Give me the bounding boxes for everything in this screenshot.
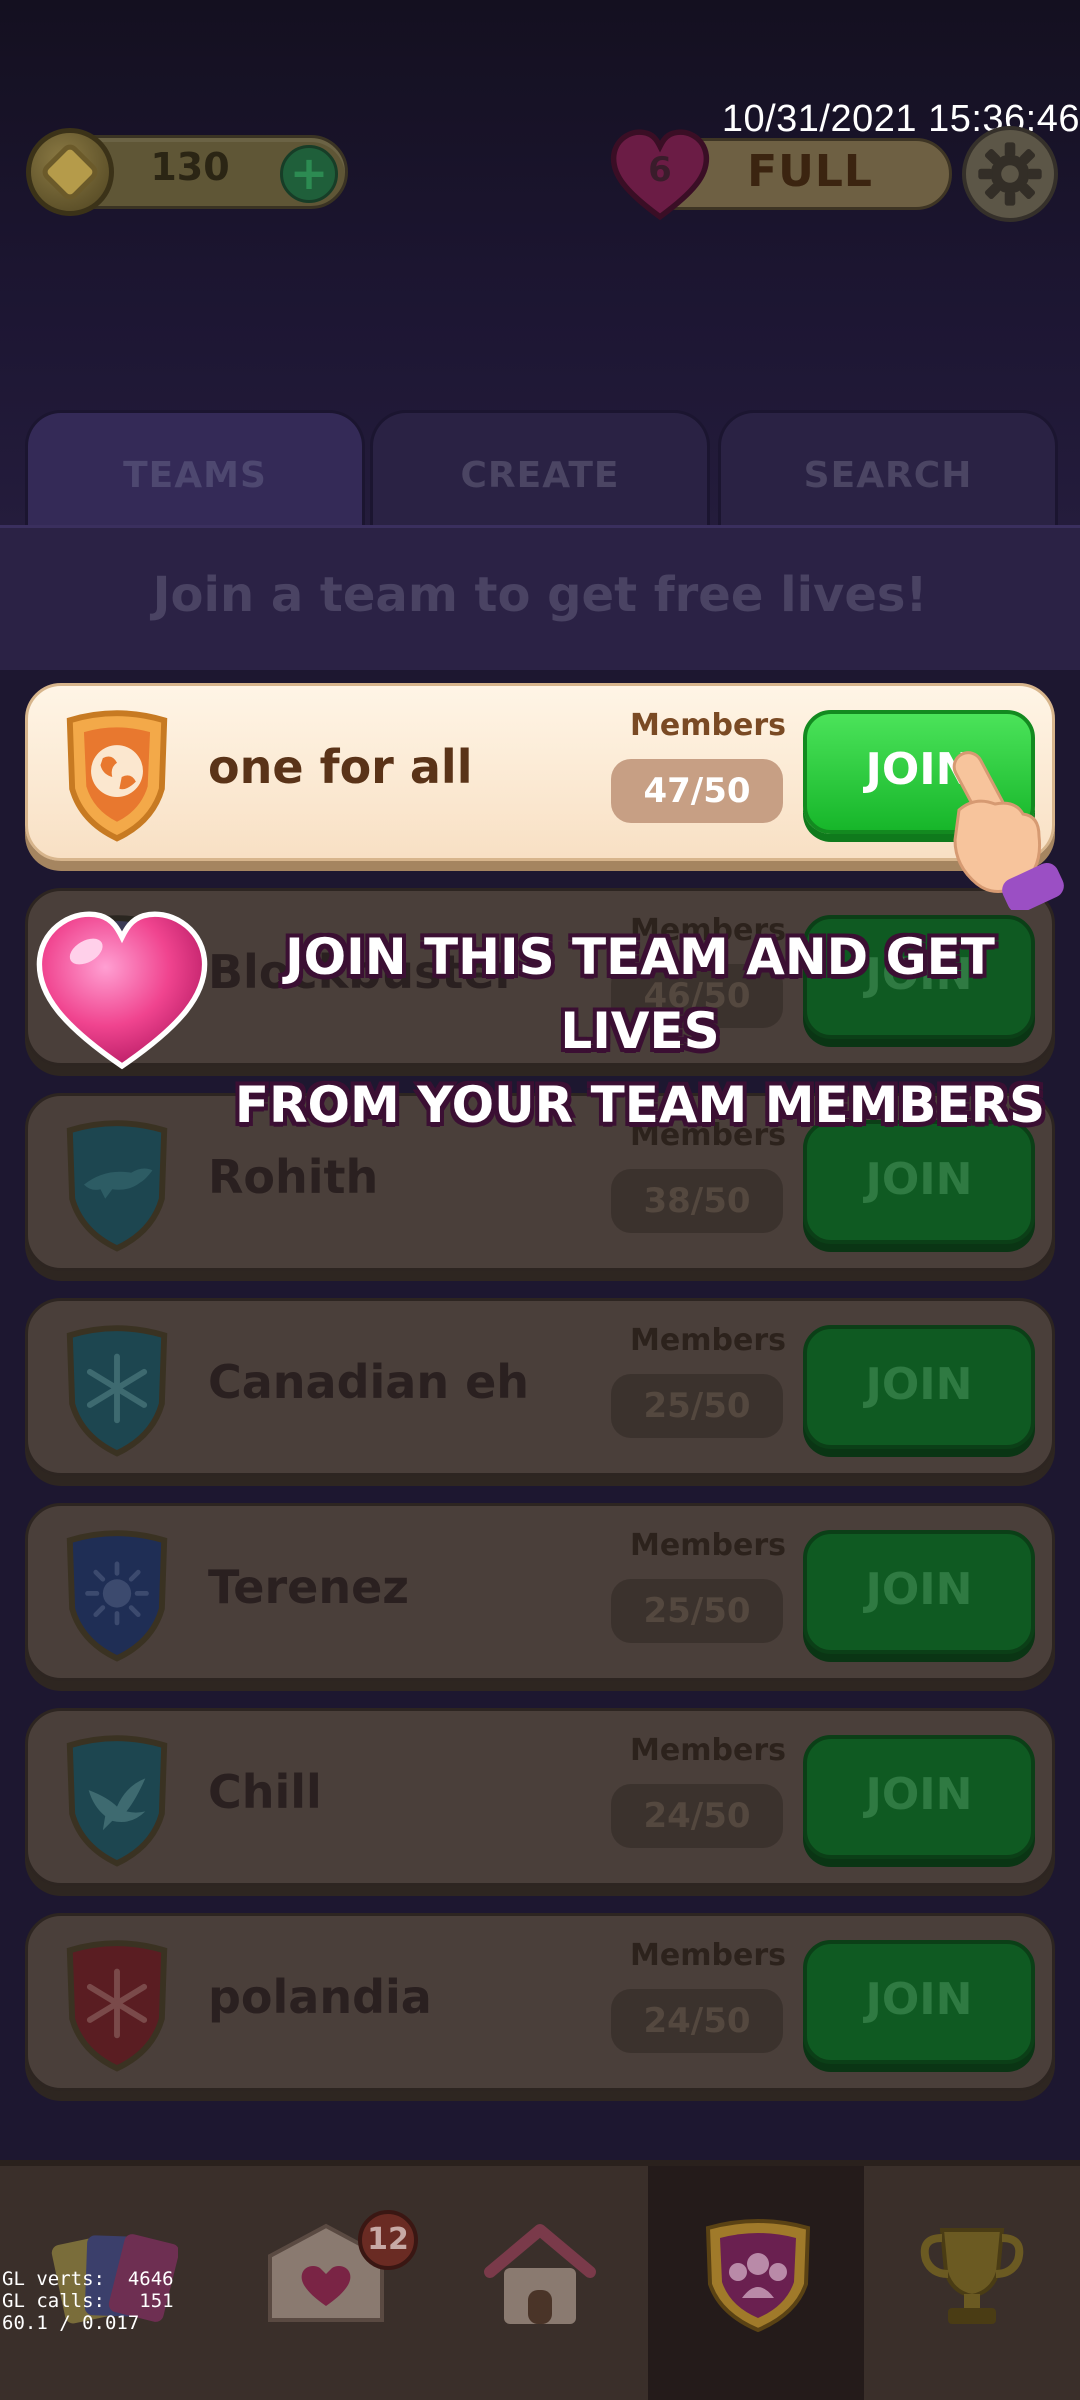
nav-mail[interactable] <box>216 2166 432 2400</box>
team-row[interactable]: Terenez Members 25/50 JOIN <box>25 1503 1055 1681</box>
team-row[interactable]: Canadian eh Members 25/50 JOIN <box>25 1298 1055 1476</box>
members-count: 47/50 <box>611 759 783 823</box>
members-count: 24/50 <box>611 1784 783 1848</box>
home-icon <box>484 2224 596 2324</box>
add-coins-button[interactable]: + <box>280 145 338 203</box>
join-button[interactable]: JOIN <box>803 1940 1035 2064</box>
banner-text: Join a team to get free lives! <box>152 567 928 623</box>
debug-overlay: GL verts: 4646 GL calls: 151 60.1 / 0.017 <box>2 2268 174 2334</box>
mail-badge: 12 <box>358 2210 418 2270</box>
members-count: 38/50 <box>611 1169 783 1233</box>
team-name: polandia <box>208 1970 432 2024</box>
team-name: one for all <box>208 740 473 794</box>
tab-create[interactable]: CREATE <box>370 410 710 530</box>
team-name: Canadian eh <box>208 1355 530 1409</box>
tab-search[interactable]: SEARCH <box>718 410 1058 530</box>
members-label: Members <box>630 1323 786 1358</box>
coin-icon <box>26 128 114 216</box>
members-count: 25/50 <box>611 1579 783 1643</box>
team-name: Chill <box>208 1765 322 1819</box>
team-row[interactable]: Chill Members 24/50 JOIN <box>25 1708 1055 1886</box>
bird-icon <box>66 1735 168 1867</box>
members-label: Members <box>630 1733 786 1768</box>
globe-icon <box>66 710 168 842</box>
nav-team[interactable] <box>648 2166 864 2400</box>
tutorial-message: JOIN THIS TEAM AND GET LIVES FROM YOUR T… <box>220 920 1060 1142</box>
join-button[interactable]: JOIN <box>803 1325 1035 1449</box>
pointer-hand-icon <box>952 751 1064 910</box>
heart-icon <box>36 911 208 1070</box>
debug-line: GL verts: 4646 <box>2 2268 174 2290</box>
debug-line: 60.1 / 0.017 <box>2 2312 140 2334</box>
team-icon <box>705 2219 811 2333</box>
team-row[interactable]: polandia Members 24/50 JOIN <box>25 1913 1055 2091</box>
debug-line: GL calls: 151 <box>2 2290 174 2312</box>
sun-icon <box>66 1530 168 1662</box>
snowflake-icon <box>66 1940 168 2072</box>
join-button[interactable]: JOIN <box>803 1735 1035 1859</box>
tutorial-line: FROM YOUR TEAM MEMBERS <box>234 1076 1046 1134</box>
tutorial-line: JOIN THIS TEAM AND GET LIVES <box>285 928 995 1060</box>
team-row[interactable]: one for all Members 47/50 JOIN <box>25 683 1055 861</box>
team-name: Rohith <box>208 1150 379 1204</box>
members-count: 25/50 <box>611 1374 783 1438</box>
gear-icon <box>978 142 1042 206</box>
members-label: Members <box>630 1938 786 1973</box>
trophy-icon <box>920 2228 1024 2324</box>
members-label: Members <box>630 1528 786 1563</box>
nav-trophy[interactable] <box>864 2166 1080 2400</box>
nav-home[interactable] <box>432 2166 648 2400</box>
settings-button[interactable] <box>962 126 1058 222</box>
members-label: Members <box>630 708 786 743</box>
members-count: 24/50 <box>611 1989 783 2053</box>
coin-value: 130 <box>150 145 230 189</box>
panther-icon <box>66 1120 168 1252</box>
snowflake-icon <box>66 1325 168 1457</box>
lives-status: FULL <box>747 146 873 197</box>
join-button[interactable]: JOIN <box>803 1530 1035 1654</box>
lives-count: 6 <box>648 150 672 190</box>
team-name: Terenez <box>208 1560 410 1614</box>
tab-teams[interactable]: TEAMS <box>25 410 365 530</box>
